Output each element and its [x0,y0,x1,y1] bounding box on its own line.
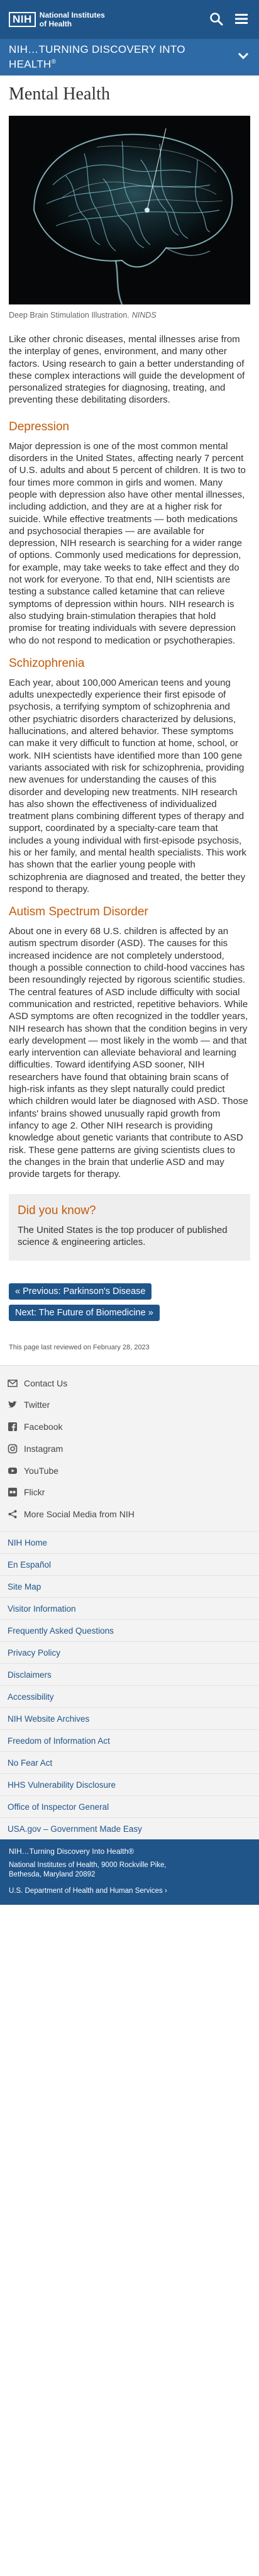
footer-links: NIH Home En Español Site Map Visitor Inf… [0,1531,259,1840]
last-reviewed-text: This page last reviewed on February 28, … [9,1344,150,1352]
social-flickr[interactable]: Flickr [0,1481,259,1503]
next-page-button[interactable]: Next: The Future of Biomedicine » [9,1305,160,1322]
social-facebook[interactable]: Facebook [0,1416,259,1438]
did-you-know-text: The United States is the top producer of… [18,1225,228,1248]
facebook-icon [8,1422,18,1432]
social-label: Twitter [24,1400,50,1410]
footer-address: National Institutes of Health, 9000 Rock… [9,1861,250,1880]
social-contact-us[interactable]: Contact Us [0,1372,259,1394]
footer-link-faq[interactable]: Frequently Asked Questions [0,1619,259,1641]
section-heading-schizophrenia: Schizophrenia [9,656,85,670]
footer-link-vulnerability[interactable]: HHS Vulnerability Disclosure [0,1773,259,1795]
social-label: More Social Media from NIH [24,1508,135,1519]
section-heading-autism: Autism Spectrum Disorder [9,905,148,919]
social-label: Contact Us [24,1378,68,1388]
social-label: Instagram [24,1443,63,1454]
social-twitter[interactable]: Twitter [0,1394,259,1416]
page-navigation: « Previous: Parkinson's Disease Next: Th… [9,1283,250,1326]
footer-link-site-map[interactable]: Site Map [0,1575,259,1597]
menu-icon[interactable] [234,11,249,26]
footer-link-usagov[interactable]: USA.gov – Government Made Easy [0,1817,259,1839]
section-nav-title: NIH…TURNING DISCOVERY INTO HEALTH® [9,43,185,70]
image-credit: NINDS [131,311,157,320]
footer-link-no-fear[interactable]: No Fear Act [0,1751,259,1773]
social-label: Flickr [24,1487,45,1498]
nih-logo-mark: NIH [9,12,36,27]
instagram-icon [8,1444,18,1454]
previous-page-button[interactable]: « Previous: Parkinson's Disease [9,1283,152,1300]
section-heading-depression: Depression [9,420,70,433]
social-instagram[interactable]: Instagram [0,1437,259,1459]
footer-link-archives[interactable]: NIH Website Archives [0,1707,259,1729]
footer-link-oig[interactable]: Office of Inspector General [0,1795,259,1817]
footer-link-nih-home[interactable]: NIH Home [0,1531,259,1553]
search-icon[interactable] [209,11,224,26]
page-title: Mental Health [9,84,110,104]
social-links: Contact Us Twitter Facebook Instagram Yo… [0,1365,259,1532]
footer-link-accessibility[interactable]: Accessibility [0,1685,259,1707]
mail-icon [8,1378,18,1388]
logo-line-1: National Institutes [39,11,105,20]
intro-paragraph: Like other chronic diseases, mental illn… [9,334,245,406]
section-text-autism: About one in every 68 U.S. children is a… [9,926,248,1180]
footer-link-espanol[interactable]: En Español [0,1553,259,1575]
footer-hhs-link[interactable]: U.S. Department of Health and Human Serv… [9,1887,250,1895]
footer-link-foia[interactable]: Freedom of Information Act [0,1729,259,1751]
chevron-down-icon[interactable] [238,52,249,60]
footer-address-line-2: Bethesda, Maryland 20892 [9,1871,96,1879]
social-more[interactable]: More Social Media from NIH [0,1503,259,1525]
footer-link-disclaimers[interactable]: Disclaimers [0,1663,259,1685]
footer-address-line-1: National Institutes of Health, 9000 Rock… [9,1861,167,1870]
social-youtube[interactable]: YouTube [0,1459,259,1481]
logo-line-2: of Health [39,20,72,28]
header-icons [209,11,249,26]
section-text-depression: Major depression is one of the most comm… [9,440,246,646]
social-label: YouTube [24,1465,59,1476]
share-icon [8,1509,18,1519]
social-label: Facebook [24,1422,63,1432]
did-you-know-box: Did you know? The United States is the t… [9,1194,250,1261]
brain-illustration [9,116,250,304]
youtube-icon [8,1466,18,1476]
section-nav-bar[interactable]: NIH…TURNING DISCOVERY INTO HEALTH® [0,39,259,75]
footer-link-privacy[interactable]: Privacy Policy [0,1641,259,1663]
footer-tagline: NIH…Turning Discovery Into Health® [9,1847,135,1856]
nih-logo[interactable]: NIH National Institutes of Health [9,11,105,28]
section-text-schizophrenia: Each year, about 100,000 American teens … [9,677,246,895]
image-caption: Deep Brain Stimulation Illustration. NIND… [9,311,157,320]
twitter-icon [8,1400,18,1410]
did-you-know-heading: Did you know? [18,1204,96,1218]
site-header: NIH National Institutes of Health [0,0,259,39]
nih-logo-text: National Institutes of Health [40,11,105,28]
footer-link-visitor-info[interactable]: Visitor Information [0,1597,259,1619]
flickr-icon [8,1487,18,1497]
footer-bottom: NIH…Turning Discovery Into Health® Natio… [0,1839,259,1905]
main-content: Mental Health Deep Brain Stimulation Ill… [0,75,259,1365]
